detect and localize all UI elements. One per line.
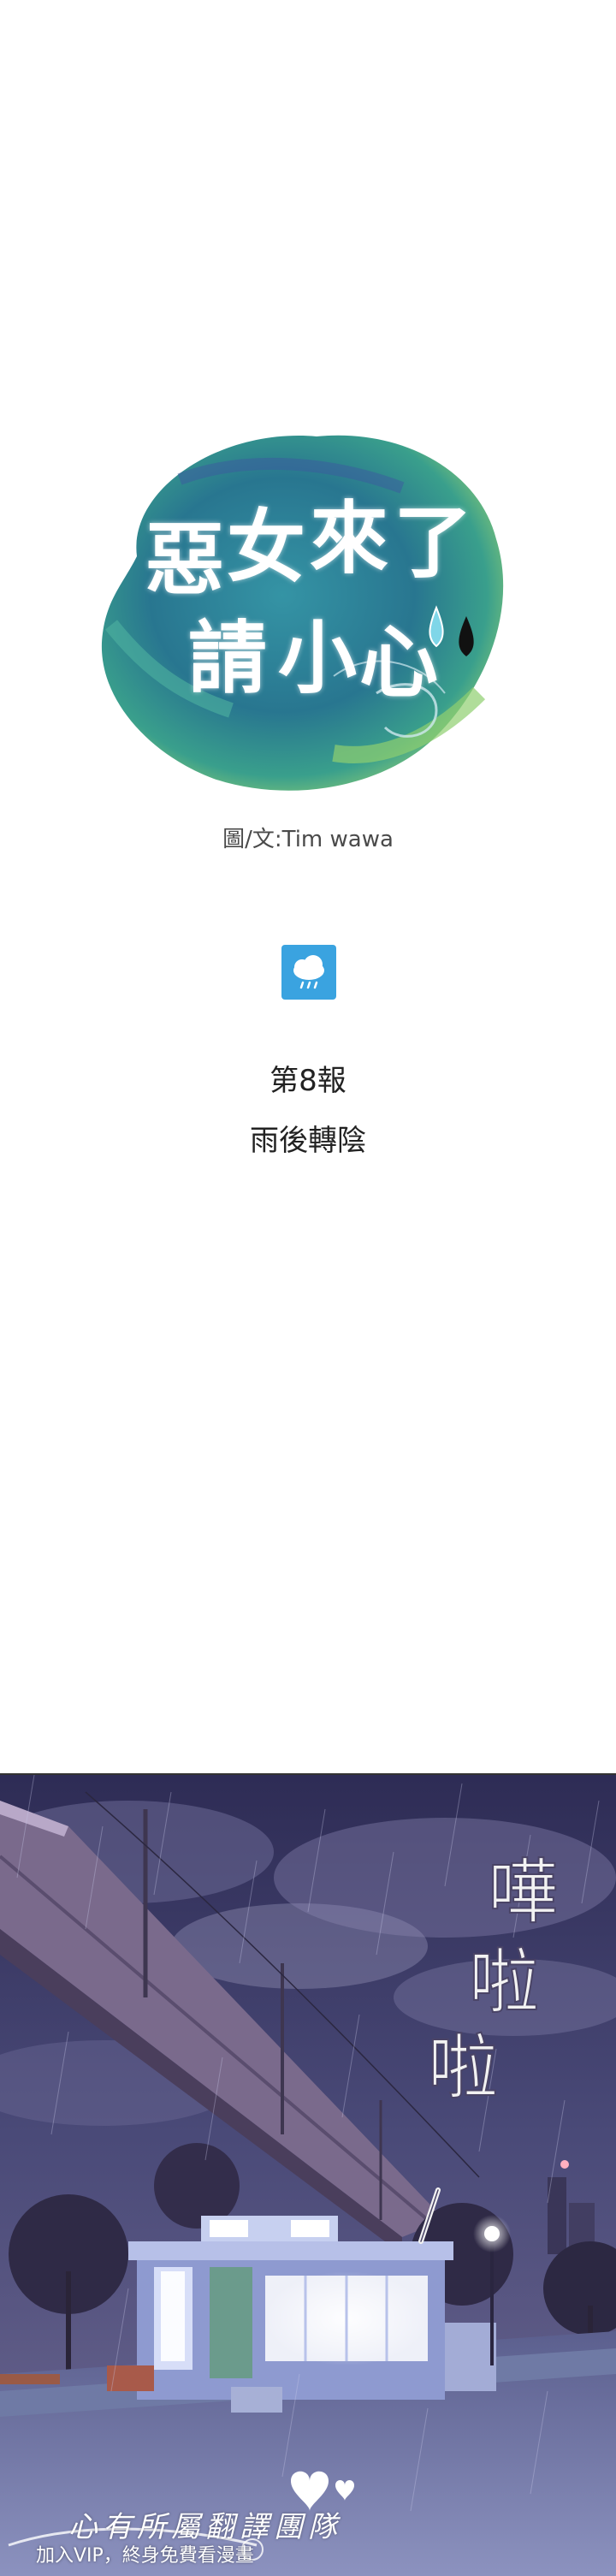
logo-title-char: 請 xyxy=(188,612,268,704)
raindrops-icon xyxy=(429,605,474,656)
episode-title: 雨後轉陰 xyxy=(250,1124,366,1158)
rainy-night-scene: 嘩 啦 啦 xyxy=(0,1773,616,2576)
logo-title-char: 來 xyxy=(310,492,389,585)
sound-effect-char: 啦 xyxy=(427,2027,499,2110)
logo-title-char: 惡 xyxy=(145,513,225,606)
logo-title-char: 女 xyxy=(227,501,306,593)
series-logo: 惡 女 來 了 請 小 心 xyxy=(77,411,522,813)
episode-number: 第8報 xyxy=(270,1064,346,1098)
rain-cloud-icon xyxy=(281,945,336,1000)
translation-group-watermark: 心有所屬翻譯團隊 xyxy=(68,2510,342,2544)
logo-title-char: 小 xyxy=(278,612,358,704)
vip-promo-text: 加入VIP，終身免費看漫畫 xyxy=(36,2545,254,2567)
logo-title-char: 了 xyxy=(394,496,473,589)
sound-effect-char: 嘩 xyxy=(487,1851,559,1934)
author-credit: 圖/文:Tim wawa xyxy=(222,827,394,852)
